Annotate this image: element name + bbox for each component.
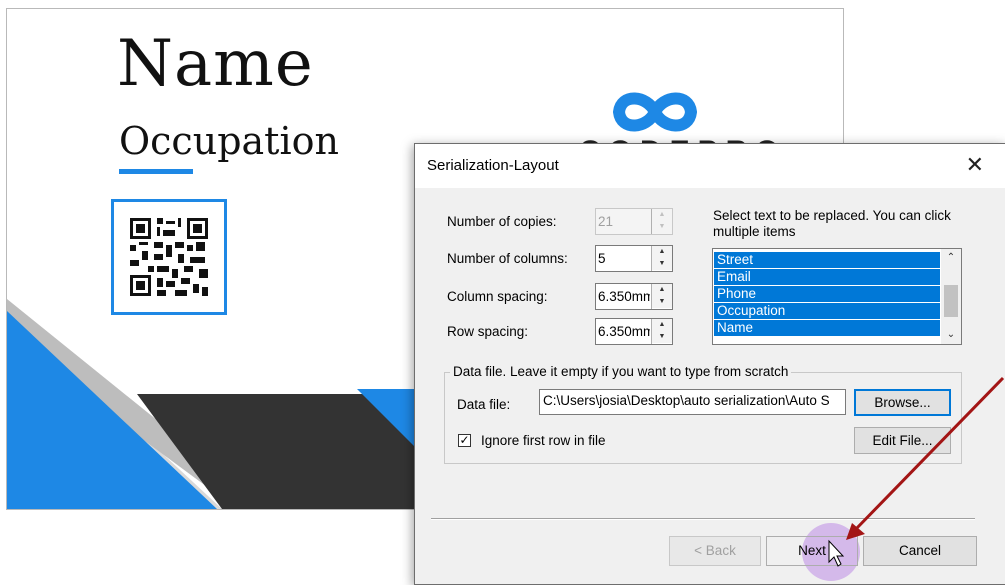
column-spacing-input[interactable] <box>598 287 650 305</box>
select-text-label: Select text to be replaced. You can clic… <box>713 208 951 239</box>
list-item[interactable]: Email <box>714 269 940 285</box>
row-spacing-stepper[interactable]: ▲▼ <box>595 318 673 345</box>
columns-label: Number of columns: <box>447 251 568 266</box>
back-button[interactable]: < Back <box>669 536 761 566</box>
data-file-group-title: Data file. Leave it empty if you want to… <box>450 364 792 379</box>
chevron-down-icon: ▼ <box>652 221 672 233</box>
ignore-first-row-checkbox[interactable]: ✓ <box>458 434 471 447</box>
copies-stepper: ▲▼ <box>595 208 673 235</box>
chevron-down-icon[interactable]: ▼ <box>652 258 672 270</box>
list-item[interactable]: Occupation <box>714 303 940 319</box>
card-occupation-text: Occupation <box>119 119 339 163</box>
ignore-first-row-label: Ignore first row in file <box>481 433 606 448</box>
row-spacing-label: Row spacing: <box>447 324 529 339</box>
infinity-logo-icon <box>612 92 698 132</box>
cancel-button[interactable]: Cancel <box>863 536 977 566</box>
chevron-down-icon[interactable]: ▼ <box>652 331 672 343</box>
listbox-scrollbar[interactable]: ⌃ ⌄ <box>941 249 961 344</box>
dialog-separator <box>431 518 975 520</box>
close-icon[interactable]: ✕ <box>966 152 984 178</box>
dialog-titlebar[interactable]: Serialization-Layout ✕ <box>415 144 1005 188</box>
column-spacing-stepper[interactable]: ▲▼ <box>595 283 673 310</box>
list-item[interactable]: Phone <box>714 286 940 302</box>
chevron-down-icon[interactable]: ⌄ <box>941 326 961 344</box>
edit-file-button[interactable]: Edit File... <box>854 427 951 454</box>
list-item[interactable]: Name <box>714 320 940 336</box>
browse-button[interactable]: Browse... <box>854 389 951 416</box>
chevron-up-icon[interactable]: ⌃ <box>941 249 961 267</box>
chevron-down-icon[interactable]: ▼ <box>652 296 672 308</box>
data-file-input[interactable] <box>543 393 841 408</box>
copies-input <box>598 212 650 230</box>
replace-text-listbox[interactable]: Street Email Phone Occupation Name ⌃ ⌄ <box>712 248 962 345</box>
data-file-label: Data file: <box>457 397 511 412</box>
card-name-text: Name <box>117 27 314 101</box>
card-underline <box>119 169 193 174</box>
columns-input[interactable] <box>598 249 650 267</box>
scrollbar-thumb[interactable] <box>944 285 958 317</box>
list-item[interactable]: Street <box>714 252 940 268</box>
qr-code-icon <box>130 218 208 296</box>
row-spacing-input[interactable] <box>598 322 650 340</box>
copies-label: Number of copies: <box>447 214 557 229</box>
next-button[interactable]: Next <box>766 536 858 566</box>
column-spacing-label: Column spacing: <box>447 289 548 304</box>
serialization-layout-dialog: Serialization-Layout ✕ Number of copies:… <box>414 143 1005 585</box>
columns-stepper[interactable]: ▲▼ <box>595 245 673 272</box>
qr-code <box>111 199 227 315</box>
data-file-path-field[interactable] <box>539 389 846 415</box>
dialog-title: Serialization-Layout <box>427 157 559 174</box>
